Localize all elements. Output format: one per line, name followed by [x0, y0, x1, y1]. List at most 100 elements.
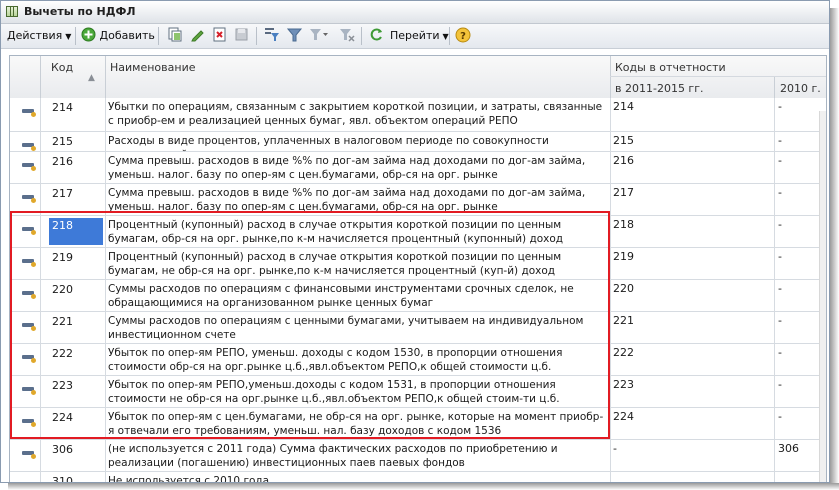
cell-name[interactable]: Процентный (купонный) расход в случае от… — [108, 218, 608, 246]
cell-code-2010[interactable]: - — [778, 346, 823, 359]
cell-code-2010[interactable]: - — [778, 314, 823, 327]
cell-name[interactable]: Сумма превыш. расходов в виде %% по дог-… — [108, 154, 608, 182]
cell-code[interactable]: 215 — [49, 134, 103, 149]
goto-menu[interactable]: Перейти ▼ — [390, 26, 449, 45]
help-icon[interactable]: ? — [454, 27, 472, 45]
header-code[interactable]: Код — [51, 61, 73, 74]
add-button[interactable]: Добавить — [81, 26, 155, 45]
cell-name[interactable]: Не используется с 2010 года — [108, 474, 608, 482]
table-row[interactable]: 216 Сумма превыш. расходов в виде %% по д… — [10, 152, 826, 184]
column-divider — [774, 132, 775, 151]
save-disabled-icon[interactable] — [232, 27, 250, 45]
cell-code-2011-2015[interactable]: 215 — [613, 134, 763, 147]
cell-name[interactable]: Суммы расходов по операциям с ценными бу… — [108, 314, 608, 342]
table-row[interactable]: 222 Убыток по опер-ям РЕПО, уменьш. доход… — [10, 344, 826, 376]
cell-code-2011-2015[interactable]: 219 — [613, 250, 763, 263]
edit-icon[interactable] — [188, 27, 206, 45]
cell-code[interactable]: 216 — [49, 154, 103, 181]
data-grid: Код ▲ Наименование Коды в отчетности в 2… — [9, 55, 827, 482]
cell-code[interactable]: 220 — [49, 282, 103, 309]
cell-code-2011-2015[interactable]: 217 — [613, 186, 763, 199]
cell-code-2011-2015[interactable]: 224 — [613, 410, 763, 423]
cell-code-2010[interactable]: - — [778, 218, 823, 231]
cell-code-2011-2015[interactable]: 214 — [613, 100, 763, 113]
cell-code[interactable]: 222 — [49, 346, 103, 373]
vertical-scrollbar[interactable] — [819, 111, 826, 482]
cell-code[interactable]: 214 — [49, 100, 103, 129]
table-row[interactable]: 224 Убыток по опер-ям с цен.бумагами, не … — [10, 408, 826, 440]
table-row[interactable]: 219 Процентный (купонный) расход в случае… — [10, 248, 826, 280]
cell-name[interactable]: Убыток по опер-ям с цен.бумагами, не обр… — [108, 410, 608, 438]
app-window: Вычеты по НДФЛ Действия ▼ Добавить Перейт… — [0, 0, 830, 483]
table-row[interactable]: 223 Убыток по опер-ям РЕПО,уменьш.доходы … — [10, 376, 826, 408]
cell-code-2010[interactable]: - — [778, 410, 823, 423]
code-text: 218 — [52, 219, 73, 232]
column-divider — [610, 280, 611, 311]
cell-code-2011-2015[interactable]: 220 — [613, 282, 763, 295]
column-divider — [774, 98, 775, 131]
column-divider — [105, 312, 106, 343]
cell-code-2010[interactable]: - — [778, 282, 823, 295]
table-row[interactable]: 310 Не используется с 2010 года — [10, 472, 826, 482]
table-row[interactable]: 221 Суммы расходов по операциям с ценными… — [10, 312, 826, 344]
column-divider — [774, 280, 775, 311]
table-row[interactable]: 214 Убытки по операциям, связанным с закр… — [10, 98, 826, 132]
header-divider — [40, 56, 41, 98]
actions-menu[interactable]: Действия ▼ — [7, 26, 71, 45]
table-row[interactable]: 220 Суммы расходов по операциям с финансо… — [10, 280, 826, 312]
cell-code-2010[interactable]: - — [778, 250, 823, 263]
cell-code-2011-2015[interactable]: 223 — [613, 378, 763, 391]
cell-name[interactable]: Убыток по опер-ям РЕПО, уменьш. доходы с… — [108, 346, 608, 374]
cell-name[interactable]: Процентный (купонный) расход в случае от… — [108, 250, 608, 278]
code-text: 217 — [52, 187, 73, 200]
cell-code-2011-2015[interactable]: 221 — [613, 314, 763, 327]
table-row[interactable]: 306 (не используется с 2011 года) Сумма ф… — [10, 440, 826, 472]
add-icon — [81, 27, 96, 42]
cell-code[interactable]: 221 — [49, 314, 103, 341]
cell-code-2011-2015[interactable]: - — [613, 442, 763, 455]
cell-code-2010[interactable]: - — [778, 186, 823, 199]
dropdown-arrow-icon: ▼ — [442, 32, 449, 41]
table-row[interactable]: 217 Сумма превыш. расходов в виде %% по д… — [10, 184, 826, 216]
cell-code-2011-2015[interactable]: 222 — [613, 346, 763, 359]
cell-code-2011-2015[interactable]: 218 — [613, 218, 763, 231]
header-2011-2015[interactable]: в 2011-2015 гг. — [615, 82, 704, 95]
sort-asc-icon[interactable]: ▲ — [88, 73, 95, 83]
cell-code[interactable]: 218 — [49, 218, 103, 245]
cell-code-2010[interactable]: - — [778, 378, 823, 391]
cell-code[interactable]: 310 — [49, 474, 103, 482]
header-name[interactable]: Наименование — [110, 61, 195, 74]
header-2010[interactable]: 2010 г. — [780, 82, 821, 95]
row-item-icon — [22, 257, 36, 267]
cell-name[interactable]: Суммы расходов по операциям с финансовым… — [108, 282, 608, 310]
refresh-icon[interactable] — [367, 27, 385, 45]
cell-code[interactable]: 224 — [49, 410, 103, 437]
cell-code-2010[interactable]: 306 — [778, 442, 823, 455]
column-divider — [40, 132, 41, 151]
clear-filter-icon[interactable] — [338, 27, 356, 45]
cell-code[interactable]: 223 — [49, 378, 103, 405]
filter-icon[interactable] — [286, 27, 304, 45]
grid-header: Код ▲ Наименование Коды в отчетности в 2… — [10, 56, 826, 99]
cell-code[interactable]: 306 — [49, 442, 103, 469]
cell-name[interactable]: Сумма превыш. расходов в виде %% по дог-… — [108, 186, 608, 214]
cell-code[interactable]: 219 — [49, 250, 103, 277]
cell-code-2010[interactable]: - — [778, 100, 823, 113]
code-text: 219 — [52, 251, 73, 264]
copy-icon[interactable] — [165, 27, 183, 45]
cell-name[interactable]: Убытки по операциям, связанным с закрыти… — [108, 100, 608, 128]
delete-icon[interactable] — [210, 27, 228, 45]
row-item-icon — [22, 481, 36, 482]
cell-code-2011-2015[interactable]: 216 — [613, 154, 763, 167]
cell-code-2010[interactable]: - — [778, 154, 823, 167]
cell-code[interactable]: 217 — [49, 186, 103, 213]
filter-settings-icon[interactable] — [263, 27, 281, 45]
header-report-codes: Коды в отчетности — [615, 61, 726, 74]
table-row[interactable]: 215 Расходы в виде процентов, уплаченных … — [10, 132, 826, 161]
cell-name[interactable]: Убыток по опер-ям РЕПО,уменьш.доходы с к… — [108, 378, 608, 406]
cell-code-2010[interactable]: - — [778, 134, 823, 147]
filter-dropdown-icon[interactable] — [309, 27, 328, 45]
cell-name[interactable]: (не используется с 2011 года) Сумма факт… — [108, 442, 608, 470]
table-row[interactable]: 218 Процентный (купонный) расход в случае… — [10, 216, 826, 248]
code-text: 224 — [52, 411, 73, 424]
